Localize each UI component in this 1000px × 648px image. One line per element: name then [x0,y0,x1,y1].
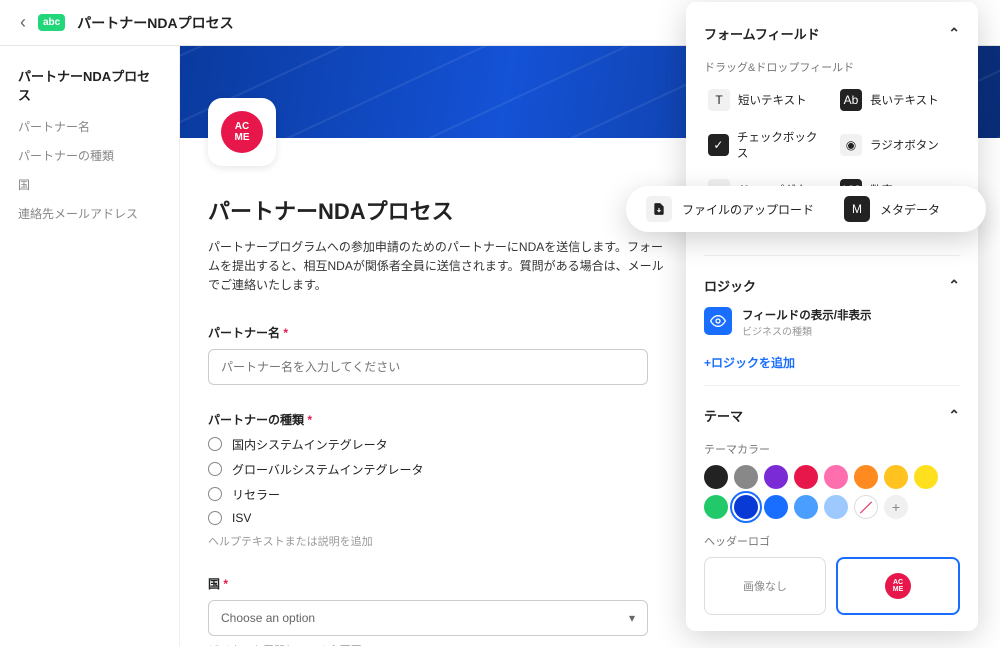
color-swatch[interactable] [704,495,728,519]
country-select[interactable]: Choose an option ▾ [208,600,648,636]
form-description: パートナープログラムへの参加申請のためのパートナーにNDAを送信します。フォーム… [208,238,668,296]
theme-color-label: テーマカラー [704,441,960,457]
form-icon: abc [38,14,65,31]
partner-name-input[interactable] [208,349,648,385]
radio-icon: ◉ [840,134,862,156]
left-nav: パートナーNDAプロセス パートナー名 パートナーの種類 国 連絡先メールアドレ… [0,46,180,646]
color-swatches: + [704,465,960,519]
color-swatch[interactable] [914,465,938,489]
drag-drop-label: ドラッグ&ドロップフィールド [704,59,960,75]
country-help: ビジネスを展開している主要国 [208,642,972,646]
logo-choices: 画像なし ACME [704,557,960,615]
checkbox-icon: ✓ [708,134,729,156]
field-long-text[interactable]: Ab長いテキスト [836,83,960,117]
back-chevron-icon[interactable]: ‹ [20,12,26,33]
color-swatch[interactable] [824,495,848,519]
header-logo-label: ヘッダーロゴ [704,533,960,549]
upload-icon [646,196,672,222]
color-add[interactable]: + [884,495,908,519]
color-swatch[interactable] [734,465,758,489]
color-swatch[interactable] [764,465,788,489]
field-metadata[interactable]: M メタデータ [844,196,940,222]
short-text-icon: T [708,89,730,111]
chevron-up-icon: ⌃ [948,407,960,424]
nav-item-partner-type[interactable]: パートナーの種類 [18,147,161,164]
color-swatch[interactable] [704,465,728,489]
logo-box: AC ME [208,98,276,166]
divider [704,255,960,256]
page-title: パートナーNDAプロセス [77,13,233,33]
divider [704,385,960,386]
radio-icon [208,511,222,525]
logic-sub: ビジネスの種類 [742,323,871,338]
add-logic-button[interactable]: +ロジックを追加 [704,354,960,371]
acme-logo-mini: ACME [885,573,911,599]
right-panel: フォームフィールド ⌃ ドラッグ&ドロップフィールド T短いテキスト Ab長いテ… [686,2,978,631]
radio-icon [208,437,222,451]
logo-none[interactable]: 画像なし [704,557,826,615]
color-swatch[interactable] [854,465,878,489]
color-swatch[interactable] [794,465,818,489]
color-swatch[interactable] [794,495,818,519]
field-checkbox[interactable]: ✓チェックボックス [704,123,828,167]
color-swatch[interactable] [764,495,788,519]
nav-item-country[interactable]: 国 [18,176,161,193]
color-swatch[interactable] [734,495,758,519]
color-swatch[interactable] [824,465,848,489]
chevron-down-icon: ▾ [629,611,635,625]
logo-acme[interactable]: ACME [836,557,960,615]
radio-icon [208,487,222,501]
section-form-fields[interactable]: フォームフィールド ⌃ [704,18,960,49]
field-radio[interactable]: ◉ラジオボタン [836,123,960,167]
logic-rule[interactable]: フィールドの表示/非表示 ビジネスの種類 [704,301,960,344]
nav-item-email[interactable]: 連絡先メールアドレス [18,205,161,222]
nav-title: パートナーNDAプロセス [18,66,161,104]
section-logic[interactable]: ロジック ⌃ [704,270,960,301]
long-text-icon: Ab [840,89,862,111]
field-short-text[interactable]: T短いテキスト [704,83,828,117]
field-file-upload[interactable]: ファイルのアップロード [646,196,814,222]
float-field-row: ファイルのアップロード M メタデータ [626,186,986,232]
color-none[interactable] [854,495,878,519]
chevron-up-icon: ⌃ [948,25,960,42]
logic-title: フィールドの表示/非表示 [742,307,871,323]
color-swatch[interactable] [884,465,908,489]
acme-logo: AC ME [221,111,263,153]
chevron-up-icon: ⌃ [948,277,960,294]
section-theme[interactable]: テーマ ⌃ [704,400,960,431]
metadata-icon: M [844,196,870,222]
nav-item-partner-name[interactable]: パートナー名 [18,118,161,135]
radio-icon [208,462,222,476]
eye-icon [704,307,732,335]
